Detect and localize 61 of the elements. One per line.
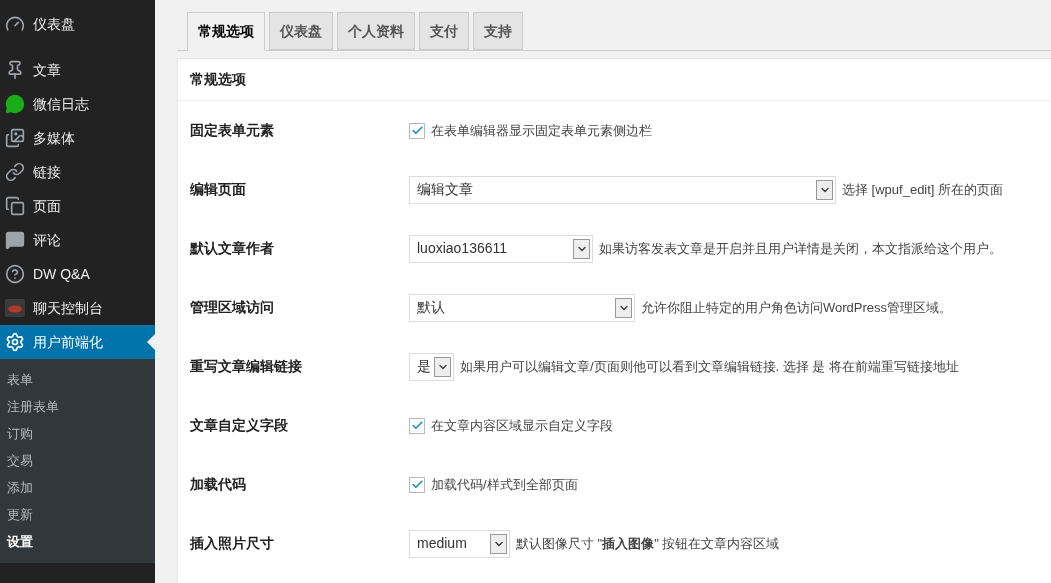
pin-icon (5, 60, 25, 80)
setting-description: 如果访客发表文章是开启并且用户详情是关闭，本文指派给这个用户。 (599, 239, 1002, 258)
submenu-item[interactable]: 订购 (0, 420, 155, 447)
tab[interactable]: 仪表盘 (269, 12, 333, 50)
tab[interactable]: 个人资料 (337, 12, 415, 50)
checkmark-icon (410, 124, 424, 137)
sidebar-item[interactable]: DW Q&A (0, 257, 155, 291)
select-field[interactable]: 是 (409, 352, 454, 381)
tab[interactable]: 常规选项 (187, 12, 265, 51)
sidebar-item[interactable]: 用户前端化 (0, 325, 155, 359)
sidebar-item[interactable]: 多媒体 (0, 121, 155, 155)
submenu-item[interactable]: 设置 (0, 528, 155, 555)
setting-label: 管理区域访问 (189, 298, 275, 317)
sidebar-item[interactable]: 微信日志 (0, 87, 155, 121)
sidebar-item[interactable]: 评论 (0, 223, 155, 257)
submenu-item[interactable]: 更新 (0, 501, 155, 528)
sidebar-item[interactable]: 文章 (0, 53, 155, 87)
checkbox[interactable] (409, 122, 425, 139)
submenu-item[interactable]: 注册表单 (0, 393, 155, 420)
link-icon (5, 162, 25, 182)
setting-description: 允许你阻止特定的用户角色访问WordPress管理区域。 (641, 298, 953, 317)
setting-label: 编辑页面 (189, 180, 247, 199)
pages-icon (5, 196, 25, 216)
setting-description: 选择 [wpuf_edit] 所在的页面 (842, 180, 1004, 199)
chat-bubble-icon (5, 94, 25, 114)
select-field[interactable]: 默认 (409, 293, 635, 322)
setting-description: 加载代码/样式到全部页面 (431, 475, 578, 494)
setting-description: 默认图像尺寸 "插入图像" 按钮在文章内容区域 (516, 534, 780, 553)
sidebar-item[interactable]: 聊天控制台 (0, 291, 155, 325)
setting-label: 重写文章编辑链接 (189, 357, 303, 376)
submenu-item[interactable]: 表单 (0, 366, 155, 393)
select-field[interactable]: luoxiao136611 (409, 234, 593, 263)
images-icon (5, 128, 25, 148)
select-field[interactable]: medium (409, 529, 510, 558)
setting-description: 如果用户可以编辑文章/页面则他可以看到文章编辑链接. 选择 是 将在前端重写链接地址 (460, 357, 960, 376)
help-icon (5, 264, 25, 284)
tab[interactable]: 支持 (473, 12, 523, 50)
checkmark-icon (410, 419, 424, 432)
setting-label: 文章自定义字段 (189, 416, 289, 435)
sidebar-item[interactable]: 仪表盘 (0, 7, 155, 41)
setting-label: 固定表单元素 (189, 121, 275, 140)
checkbox[interactable] (409, 417, 425, 434)
submenu-item[interactable]: 添加 (0, 474, 155, 501)
sidebar-item[interactable]: 链接 (0, 155, 155, 189)
chat-console-icon (5, 299, 25, 317)
tab[interactable]: 支付 (419, 12, 469, 50)
section-title: 常规选项 (190, 70, 246, 89)
setting-label: 默认文章作者 (188, 239, 275, 258)
gauge-icon (5, 14, 25, 34)
comment-icon (5, 230, 25, 250)
setting-description: 在文章内容区域显示自定义字段 (431, 416, 613, 435)
gear-icon (5, 332, 25, 352)
checkmark-icon (410, 478, 424, 491)
submenu-item[interactable]: 交易 (0, 447, 155, 474)
sidebar-item[interactable]: 页面 (0, 189, 155, 223)
checkbox[interactable] (409, 476, 425, 493)
select-field[interactable]: 编辑文章 (409, 175, 836, 204)
setting-label: 插入照片尺寸 (189, 534, 275, 553)
setting-description: 在表单编辑器显示固定表单元素侧边栏 (431, 121, 652, 140)
pointer-icon (147, 334, 155, 350)
setting-label: 加载代码 (189, 475, 247, 494)
